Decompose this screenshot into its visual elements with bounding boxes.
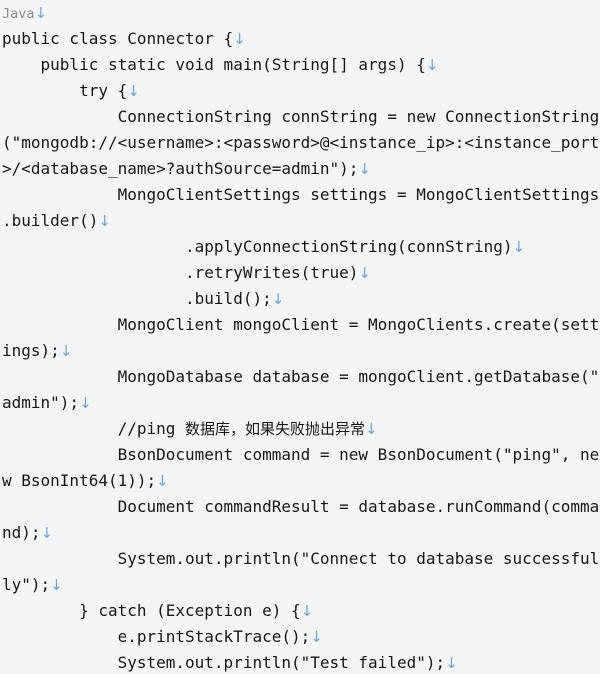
code-language-label: Java (2, 6, 35, 22)
code-line: nd);↓ (2, 520, 600, 546)
code-text: try { (2, 81, 128, 100)
line-wrap-marker-icon: ↓ (425, 56, 439, 74)
code-text: System.out.println("Test failed"); (2, 653, 446, 672)
code-text: .retryWrites(true) (2, 263, 359, 282)
line-wrap-marker-icon: ↓ (300, 602, 314, 620)
code-text: } catch (Exception e) { (2, 601, 301, 620)
code-line: public class Connector {↓ (2, 26, 600, 52)
code-line: MongoClient mongoClient = MongoClients.c… (2, 312, 600, 338)
line-wrap-marker-icon: ↓ (98, 212, 111, 230)
code-line: public static void main(String[] args) {… (2, 52, 600, 78)
line-wrap-marker-icon: ↓ (310, 628, 323, 646)
code-text: MongoClient mongoClient = MongoClients.c… (2, 315, 600, 334)
code-line: } catch (Exception e) {↓ (2, 598, 600, 624)
code-text: e.printStackTrace(); (2, 627, 311, 646)
code-line: .retryWrites(true)↓ (2, 260, 600, 286)
code-line: admin");↓ (2, 390, 600, 416)
code-text: System.out.println("Connect to database … (2, 549, 600, 568)
code-text: //ping (2, 419, 186, 438)
code-text: w BsonInt64(1)); (2, 471, 157, 490)
code-text-cjk: 数据库，如果失败抛出异常 (185, 420, 366, 438)
code-content: public class Connector {↓ public static … (0, 26, 600, 674)
line-wrap-marker-icon: ↓ (156, 472, 169, 490)
code-text: ings); (2, 341, 60, 360)
code-line: Document commandResult = database.runCom… (2, 494, 600, 520)
line-wrap-marker-icon: ↓ (40, 524, 54, 542)
line-wrap-marker-icon: ↓ (127, 82, 140, 100)
code-line: e.printStackTrace();↓ (2, 624, 600, 650)
code-line: //ping 数据库，如果失败抛出异常↓ (2, 416, 600, 442)
code-line: ("mongodb://<username>:<password>@<insta… (2, 130, 600, 156)
code-block: Java↓ public class Connector {↓ public s… (0, 0, 600, 674)
code-line: .builder()↓ (2, 208, 600, 234)
code-text: nd); (2, 523, 41, 542)
code-line: .applyConnectionString(connString)↓ (2, 234, 600, 260)
line-wrap-marker-icon: ↓ (445, 654, 458, 672)
line-wrap-marker-icon: ↓ (358, 160, 371, 178)
code-line: .build();↓ (2, 286, 600, 312)
code-text: Document commandResult = database.runCom… (2, 497, 600, 516)
code-line: MongoDatabase database = mongoClient.get… (2, 364, 600, 390)
line-wrap-marker-icon: ↓ (79, 394, 92, 412)
code-line: try {↓ (2, 78, 600, 104)
code-text: ("mongodb://<username>:<password>@<insta… (2, 133, 600, 152)
code-text: public class Connector { (2, 29, 234, 48)
code-text: MongoClientSettings settings = MongoClie… (2, 185, 600, 204)
line-wrap-marker-icon: ↓ (233, 30, 246, 48)
code-text: public static void main(String[] args) { (2, 55, 426, 74)
code-line: w BsonInt64(1));↓ (2, 468, 600, 494)
line-wrap-marker-icon: ↓ (59, 342, 73, 360)
code-text: .builder() (2, 211, 99, 230)
line-wrap-marker-icon: ↓ (365, 420, 378, 438)
line-wrap-marker-icon: ↓ (271, 290, 285, 308)
code-text: ConnectionString connString = new Connec… (2, 107, 600, 126)
code-line: ly");↓ (2, 572, 600, 598)
code-text: ly"); (2, 575, 51, 594)
code-line: System.out.println("Connect to database … (2, 546, 600, 572)
code-text: .applyConnectionString(connString) (2, 237, 513, 256)
line-wrap-marker-icon: ↓ (50, 576, 63, 594)
line-wrap-marker-icon: ↓ (358, 264, 371, 282)
code-line: ings);↓ (2, 338, 600, 364)
code-text: >/<database_name>?authSource=admin"); (2, 159, 359, 178)
code-line: >/<database_name>?authSource=admin");↓ (2, 156, 600, 182)
line-wrap-marker-icon: ↓ (512, 238, 526, 256)
code-line: BsonDocument command = new BsonDocument(… (2, 442, 600, 468)
code-text: .build(); (2, 289, 272, 308)
code-text: BsonDocument command = new BsonDocument(… (2, 445, 600, 464)
code-text: admin"); (2, 393, 80, 412)
code-language-label-row: Java↓ (0, 0, 600, 26)
code-line: System.out.println("Test failed");↓ (2, 650, 600, 674)
line-wrap-marker-icon: ↓ (34, 4, 48, 22)
code-line: ConnectionString connString = new Connec… (2, 104, 600, 130)
code-text: MongoDatabase database = mongoClient.get… (2, 367, 600, 386)
code-line: MongoClientSettings settings = MongoClie… (2, 182, 600, 208)
